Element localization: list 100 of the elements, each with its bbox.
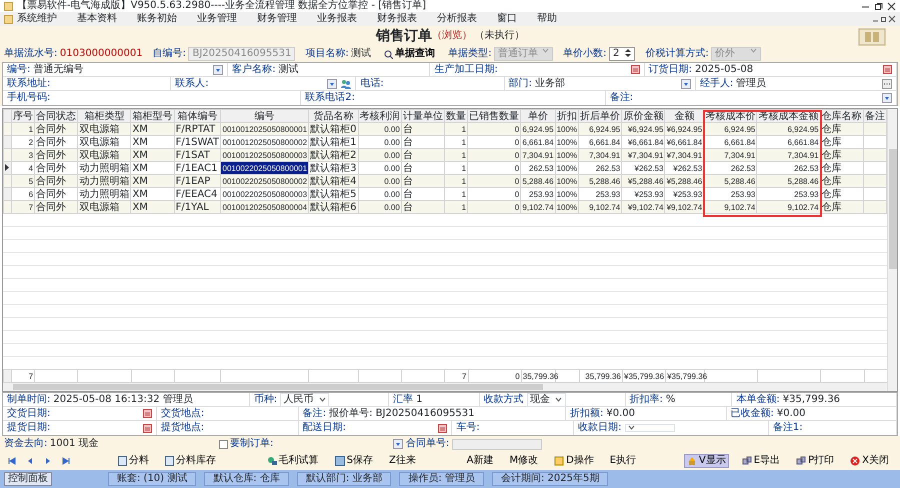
toolbar-button[interactable]: X关闭 xyxy=(847,454,892,468)
field-label: 制单时间: xyxy=(7,394,50,406)
column-header[interactable]: 折扣 xyxy=(555,110,579,122)
search-icon xyxy=(384,50,394,58)
column-header[interactable]: 单价 xyxy=(520,110,556,122)
calendar-icon[interactable] xyxy=(630,65,640,74)
column-header[interactable]: 仓库名称 xyxy=(820,110,864,122)
toolbar-button[interactable]: E导出 xyxy=(738,454,784,468)
table-cell: F/RPTAT xyxy=(174,122,221,136)
lookup-icon[interactable] xyxy=(882,93,892,103)
field-label: 配送日期: xyxy=(302,422,346,434)
table-cell: 6,924.95 xyxy=(756,122,820,136)
table-cell: 7,304.91 xyxy=(578,148,622,162)
restore-icon[interactable] xyxy=(880,15,888,23)
last-record-icon[interactable] xyxy=(62,457,70,465)
menu-item[interactable]: 基本资料 xyxy=(73,13,133,25)
field-label: 生产加工日期: xyxy=(434,64,498,76)
lookup-icon[interactable] xyxy=(327,78,338,88)
table-cell: 0.00 xyxy=(358,148,402,162)
field-label: 备注: xyxy=(610,92,634,104)
table-cell: XM xyxy=(130,200,174,214)
menu-item[interactable]: 业务管理 xyxy=(193,13,253,25)
column-header[interactable]: 编号 xyxy=(220,110,309,122)
table-cell: ¥5,288.46 xyxy=(622,174,665,188)
close-icon[interactable] xyxy=(887,2,896,10)
toolbar-button[interactable]: Z往来 xyxy=(386,454,419,468)
input-field[interactable] xyxy=(452,438,542,450)
column-header[interactable]: 合同状态 xyxy=(34,110,78,122)
toolbar-button[interactable]: V显示 xyxy=(684,454,729,468)
restore-icon[interactable] xyxy=(874,2,883,10)
toolbar-button[interactable]: P打印 xyxy=(793,454,838,468)
menu-item[interactable]: 帮助 xyxy=(533,13,573,25)
dropdown-icon xyxy=(542,48,550,54)
close-icon xyxy=(850,456,860,466)
next-record-icon[interactable] xyxy=(44,457,52,465)
document-icon xyxy=(118,456,127,466)
column-header[interactable]: 原价金额 xyxy=(622,110,665,122)
dropdown-icon xyxy=(628,425,635,431)
lookup-icon[interactable] xyxy=(213,64,224,74)
menu-item[interactable]: 窗口 xyxy=(493,13,533,25)
table-cell: ¥9,102.74 xyxy=(622,200,665,214)
more-icon[interactable] xyxy=(882,78,892,88)
column-header[interactable]: 备注 xyxy=(863,110,887,122)
menu-item[interactable]: 财务管理 xyxy=(253,13,313,25)
calendar-icon[interactable] xyxy=(438,424,448,432)
toolbar-button[interactable]: D操作 xyxy=(551,454,597,468)
column-header[interactable]: 已销售数量 xyxy=(468,110,521,122)
prev-record-icon[interactable] xyxy=(26,457,34,465)
column-header[interactable]: 货品名称 xyxy=(308,110,358,122)
column-header[interactable]: 金额 xyxy=(664,110,704,122)
toolbar-button[interactable]: S保存 xyxy=(332,454,376,468)
toolbar-button[interactable]: A新建 xyxy=(464,454,496,468)
column-header[interactable]: 箱柜型号 xyxy=(130,110,174,122)
column-header[interactable]: 箱体编号 xyxy=(174,110,221,122)
menu-item[interactable]: 分析报表 xyxy=(433,13,493,25)
lookup-icon[interactable] xyxy=(393,439,404,449)
table-cell: 合同外 xyxy=(34,148,78,162)
table-cell: ¥7,304.91 xyxy=(622,148,665,162)
select-field[interactable]: 现金 xyxy=(526,392,566,406)
table-cell: 9,102.74 xyxy=(756,200,820,214)
field-label: 交货地点: xyxy=(160,408,204,420)
checkbox-icon[interactable] xyxy=(218,440,228,448)
calendar-icon[interactable] xyxy=(883,65,892,74)
field-label: 要制订单: xyxy=(230,438,274,450)
spinner-field[interactable]: 2 xyxy=(608,47,636,61)
scrollbar-thumb[interactable] xyxy=(888,149,896,269)
column-header[interactable]: 箱柜类型 xyxy=(78,110,131,122)
calendar-icon[interactable] xyxy=(142,409,152,418)
toolbar-button[interactable]: E执行 xyxy=(606,454,640,468)
select-field[interactable] xyxy=(624,424,674,432)
first-record-icon[interactable] xyxy=(8,457,16,465)
menu-item[interactable]: 账务初始 xyxy=(133,13,193,25)
scrollbar-thumb[interactable] xyxy=(13,384,544,390)
column-header[interactable]: 考核利润 xyxy=(358,110,402,122)
toolbar-button[interactable]: 分料库存 xyxy=(162,454,219,468)
column-header[interactable]: 计量单位 xyxy=(401,110,444,122)
toolbar-button[interactable]: 毛利试算 xyxy=(264,454,322,468)
field-value: 1 xyxy=(416,394,424,406)
query-button[interactable]: 单据查询 xyxy=(381,47,438,61)
status-cell: 账套: (10) 测试 xyxy=(108,472,196,486)
field-value: 2025-05-08 16:13:32 管理员 xyxy=(53,394,194,406)
menu-item[interactable]: 财务报表 xyxy=(373,13,433,25)
column-header[interactable]: 数量 xyxy=(444,110,468,122)
table-cell: 0.00 xyxy=(358,174,402,188)
select-field[interactable]: 人民币 xyxy=(280,392,330,406)
close-icon[interactable] xyxy=(888,15,896,23)
lookup-icon[interactable] xyxy=(680,78,691,88)
field-value: 1001 现金 xyxy=(50,438,99,450)
tab[interactable]: 控制面板 xyxy=(4,472,52,486)
column-header[interactable]: 序号 xyxy=(12,110,35,122)
column-header[interactable]: 折后单价 xyxy=(578,110,622,122)
toolbar-button[interactable]: 分料 xyxy=(114,454,152,468)
menu-item[interactable]: 系统维护 xyxy=(13,13,73,25)
field-label: 联系电话2: xyxy=(305,92,355,104)
toolbar-button[interactable]: M修改 xyxy=(506,454,542,468)
field-label: 折扣率: xyxy=(630,394,663,406)
table-cell: 6,924.95 xyxy=(578,122,622,136)
table-cell: 默认箱柜4 xyxy=(308,174,358,188)
menu-item[interactable]: 业务报表 xyxy=(313,13,373,25)
calendar-icon[interactable] xyxy=(142,424,152,432)
